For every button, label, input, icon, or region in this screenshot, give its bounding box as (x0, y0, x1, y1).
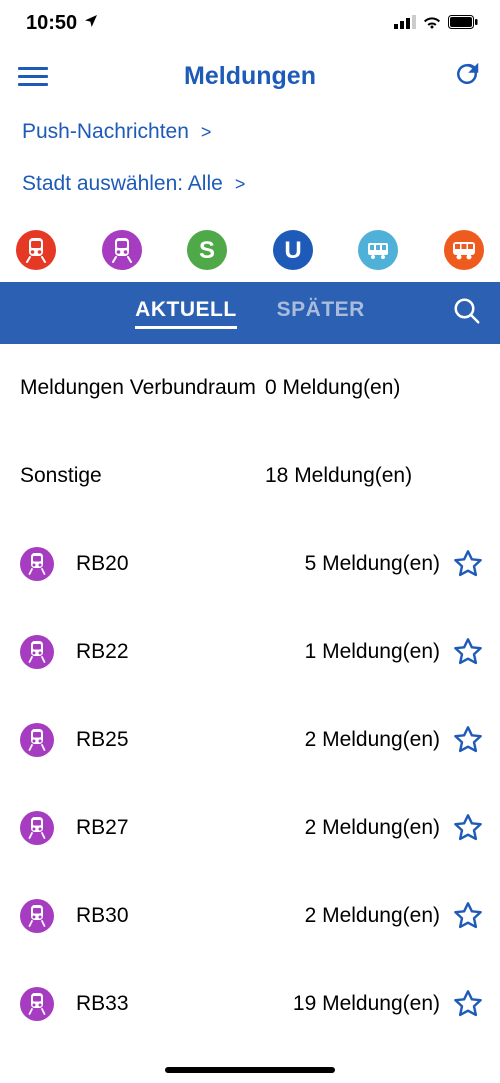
city-select-label: Stadt auswählen: Alle (22, 172, 223, 196)
tab-bar: AKTUELL SPÄTER (0, 282, 500, 344)
line-count: 1 Meldung(en) (204, 640, 450, 664)
train-icon (20, 899, 54, 933)
regional-train-icon[interactable] (16, 230, 56, 270)
svg-text:S: S (199, 237, 215, 264)
chevron-right-icon: > (235, 174, 246, 195)
line-name: RB22 (76, 640, 204, 664)
wifi-icon (422, 12, 442, 35)
favorite-button[interactable] (450, 546, 486, 582)
line-row[interactable]: RB3319 Meldung(en) (20, 960, 486, 1048)
line-list: RB205 Meldung(en)RB221 Meldung(en)RB252 … (0, 520, 500, 1048)
section-label: Sonstige (20, 464, 265, 488)
section-count: 0 Meldung(en) (265, 376, 480, 400)
chevron-right-icon: > (201, 122, 212, 143)
refresh-button[interactable] (452, 59, 482, 94)
line-row[interactable]: RB252 Meldung(en) (20, 696, 486, 784)
favorite-button[interactable] (450, 810, 486, 846)
city-select-link[interactable]: Stadt auswählen: Alle > (22, 172, 478, 196)
favorite-button[interactable] (450, 722, 486, 758)
sections: Meldungen Verbundraum0 Meldung(en)Sonsti… (0, 344, 500, 520)
battery-icon (448, 12, 478, 35)
push-notifications-label: Push-Nachrichten (22, 120, 189, 144)
line-count: 19 Meldung(en) (204, 992, 450, 1016)
tab-aktuell[interactable]: AKTUELL (135, 298, 237, 329)
line-name: RB33 (76, 992, 204, 1016)
line-row[interactable]: RB272 Meldung(en) (20, 784, 486, 872)
train-icon (20, 547, 54, 581)
line-name: RB20 (76, 552, 204, 576)
favorite-button[interactable] (450, 898, 486, 934)
line-count: 2 Meldung(en) (204, 904, 450, 928)
menu-button[interactable] (18, 67, 48, 86)
sbahn-icon[interactable]: S (187, 230, 227, 270)
ubahn-icon[interactable]: U (273, 230, 313, 270)
train-icon (20, 811, 54, 845)
line-name: RB25 (76, 728, 204, 752)
home-indicator (165, 1067, 335, 1073)
favorite-button[interactable] (450, 986, 486, 1022)
transport-filter-row: SU (0, 230, 500, 282)
nav-bar: Meldungen (0, 46, 500, 106)
train-icon[interactable] (102, 230, 142, 270)
tram-icon[interactable] (358, 230, 398, 270)
tab-spaeter[interactable]: SPÄTER (277, 298, 365, 329)
push-notifications-link[interactable]: Push-Nachrichten > (22, 120, 478, 144)
search-button[interactable] (452, 296, 482, 331)
line-count: 5 Meldung(en) (204, 552, 450, 576)
train-icon (20, 987, 54, 1021)
line-name: RB30 (76, 904, 204, 928)
line-count: 2 Meldung(en) (204, 816, 450, 840)
line-row[interactable]: RB302 Meldung(en) (20, 872, 486, 960)
status-time: 10:50 (26, 12, 77, 35)
svg-text:U: U (284, 237, 301, 264)
bus-icon[interactable] (444, 230, 484, 270)
section-count: 18 Meldung(en) (265, 464, 480, 488)
line-name: RB27 (76, 816, 204, 840)
line-row[interactable]: RB221 Meldung(en) (20, 608, 486, 696)
train-icon (20, 723, 54, 757)
section-row[interactable]: Sonstige18 Meldung(en) (20, 432, 480, 520)
train-icon (20, 635, 54, 669)
section-row[interactable]: Meldungen Verbundraum0 Meldung(en) (20, 344, 480, 432)
line-count: 2 Meldung(en) (204, 728, 450, 752)
status-bar: 10:50 (0, 0, 500, 46)
page-title: Meldungen (184, 62, 316, 91)
line-row[interactable]: RB205 Meldung(en) (20, 520, 486, 608)
signal-icon (394, 12, 416, 35)
location-icon (83, 12, 99, 35)
favorite-button[interactable] (450, 634, 486, 670)
section-label: Meldungen Verbundraum (20, 376, 265, 400)
